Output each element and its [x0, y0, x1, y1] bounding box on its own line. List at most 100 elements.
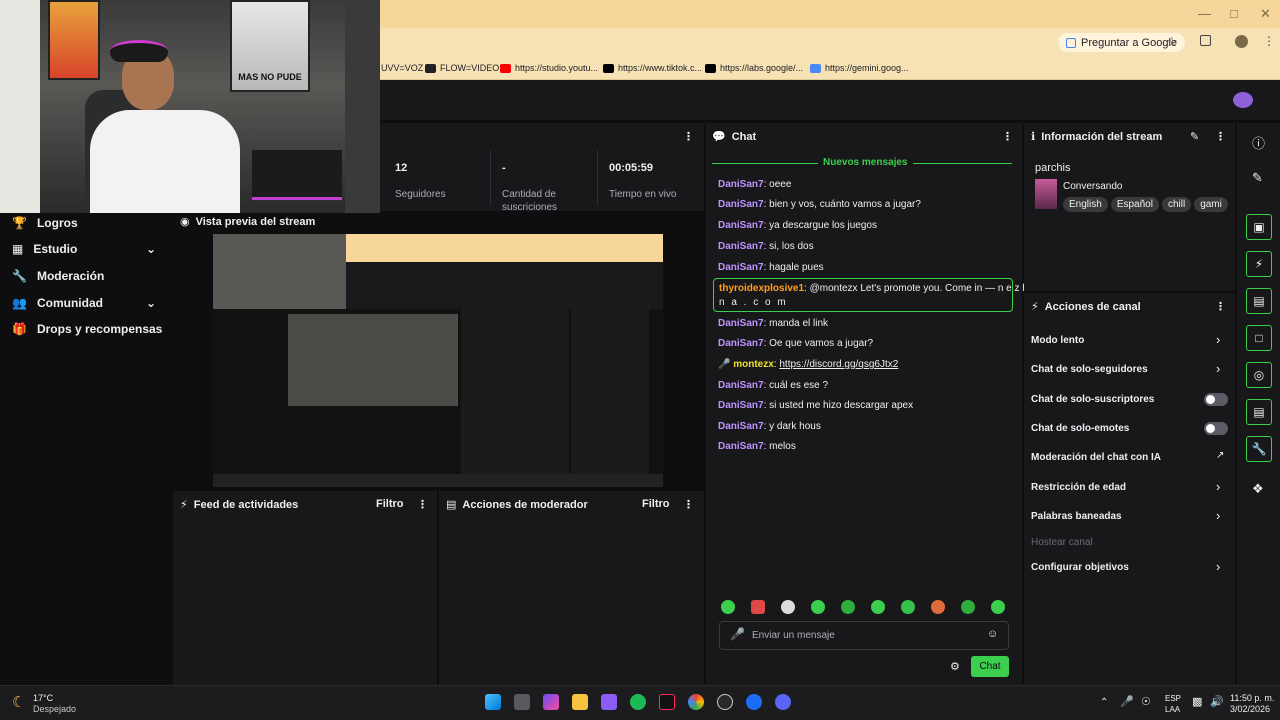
feed-menu-icon[interactable]: ⋮ — [417, 498, 428, 511]
action-subscribers-only[interactable]: Chat de solo-suscriptores — [1031, 394, 1154, 405]
info-circle-icon[interactable]: ⓘ — [1252, 133, 1265, 152]
tag-chip[interactable]: gami — [1194, 197, 1228, 212]
bookmark-item[interactable]: https://studio.youtu... — [500, 60, 598, 76]
chrome-icon[interactable] — [688, 694, 704, 710]
wrench-icon[interactable]: 🔧 — [1246, 436, 1272, 462]
windows-start-icon[interactable] — [485, 694, 501, 710]
mic-icon[interactable]: 🎤 — [730, 627, 745, 641]
app-icon[interactable] — [746, 694, 762, 710]
weather-temp[interactable]: 17°C — [33, 693, 53, 703]
action-banned-words[interactable]: Palabras baneadas — [1031, 511, 1122, 522]
category-box-art[interactable] — [1035, 179, 1057, 209]
chat-settings-gear-icon[interactable]: ⚙ — [950, 660, 960, 673]
edit-pencil-icon[interactable]: ✎ — [1190, 130, 1199, 143]
action-emotes-only[interactable]: Chat de solo-emotes — [1031, 423, 1129, 434]
document-icon: ▤ — [446, 499, 457, 511]
clip-icon[interactable]: ▣ — [1246, 214, 1272, 240]
task-view-icon[interactable] — [514, 694, 530, 710]
emote-icon[interactable] — [751, 600, 765, 614]
language-layout[interactable]: LAA — [1165, 705, 1180, 714]
emote-icon[interactable] — [901, 600, 915, 614]
chevron-right-icon[interactable]: › — [1216, 332, 1220, 347]
subscribers-only-toggle[interactable] — [1204, 393, 1228, 406]
nav-item-comunidad[interactable]: 👥 Comunidad ⌄ — [12, 296, 156, 310]
app-icon[interactable] — [601, 694, 617, 710]
chat-menu-icon[interactable]: ⋮ — [1002, 130, 1013, 143]
chevron-right-icon[interactable]: › — [1216, 361, 1220, 376]
broadcast-icon[interactable]: ◎ — [1246, 362, 1272, 388]
discord-icon[interactable] — [775, 694, 791, 710]
stats-menu-icon[interactable]: ⋮ — [683, 130, 694, 143]
chevron-right-icon[interactable]: › — [1216, 508, 1220, 523]
network-icon[interactable]: ☉ — [1141, 695, 1151, 708]
feed-filter-button[interactable]: Filtro — [376, 498, 404, 510]
action-configure-goals[interactable]: Configurar objetivos — [1031, 562, 1129, 573]
emote-icon[interactable] — [841, 600, 855, 614]
monitor-icon[interactable]: ▩ — [1192, 695, 1202, 708]
action-slow-mode[interactable]: Modo lento — [1031, 335, 1084, 346]
action-ai-moderation[interactable]: Moderación del chat con IA — [1031, 452, 1161, 463]
stream-preview-video[interactable] — [213, 234, 663, 487]
bookmark-item[interactable]: https://gemini.goog... — [810, 60, 909, 76]
chevron-up-icon[interactable]: ⌃ — [1100, 697, 1108, 708]
star-bookmark-icon[interactable]: ☆ — [1166, 34, 1178, 50]
tag-chip[interactable]: Español — [1110, 197, 1159, 212]
mod-menu-icon[interactable]: ⋮ — [683, 498, 694, 511]
stream-category[interactable]: Conversando — [1063, 181, 1122, 192]
browser-menu-icon[interactable]: ⋮ — [1263, 34, 1275, 48]
minimize-icon[interactable]: — — [1198, 6, 1211, 21]
chat-bubble-icon[interactable]: □ — [1246, 325, 1272, 351]
chevron-right-icon[interactable]: › — [1216, 479, 1220, 494]
bolt-icon[interactable]: ⚡ — [1246, 251, 1272, 277]
action-followers-only[interactable]: Chat de solo-seguidores — [1031, 364, 1148, 375]
tag-chip[interactable]: English — [1063, 197, 1108, 212]
bookmark-item[interactable]: https://labs.google/... — [705, 60, 803, 76]
add-quick-action-icon[interactable]: ❖ — [1252, 481, 1264, 497]
file-explorer-icon[interactable] — [572, 694, 588, 710]
camera-icon: ◉ — [180, 216, 190, 228]
emote-icon[interactable] — [961, 600, 975, 614]
layout-icon[interactable]: ▤ — [1246, 399, 1272, 425]
nav-item-drops[interactable]: 🎁 Drops y recompensas — [12, 322, 162, 336]
emote-icon[interactable] — [931, 600, 945, 614]
bookmark-item[interactable]: https://www.tiktok.c... — [603, 60, 702, 76]
volume-icon[interactable]: 🔊 — [1210, 695, 1224, 708]
action-age-restriction[interactable]: Restricción de edad — [1031, 482, 1126, 493]
bookmark-item[interactable]: FLOW=VIDEO — [425, 60, 499, 76]
user-avatar[interactable] — [1233, 92, 1253, 108]
emote-icon[interactable] — [991, 600, 1005, 614]
external-link-icon[interactable]: ↗ — [1216, 450, 1224, 461]
clock-date[interactable]: 3/02/2026 — [1230, 704, 1270, 714]
channel-actions-menu-icon[interactable]: ⋮ — [1215, 300, 1226, 313]
extensions-icon[interactable] — [1200, 35, 1211, 46]
emote-icon[interactable] — [721, 600, 735, 614]
edit-pencil-icon[interactable]: ✎ — [1252, 170, 1263, 186]
emote-icon[interactable] — [871, 600, 885, 614]
emote-icon[interactable] — [811, 600, 825, 614]
clock-time[interactable]: 11:50 p. m. — [1230, 693, 1274, 703]
mic-icon[interactable]: 🎤 — [1120, 695, 1134, 708]
chat-link[interactable]: https://discord.gg/qsg6Jtx2 — [779, 359, 898, 370]
copilot-icon[interactable] — [543, 694, 559, 710]
emote-icon[interactable] — [781, 600, 795, 614]
nav-item-moderacion[interactable]: 🔧 Moderación — [12, 269, 104, 283]
mod-filter-button[interactable]: Filtro — [642, 498, 670, 510]
emotes-only-toggle[interactable] — [1204, 422, 1228, 435]
maximize-icon[interactable]: □ — [1230, 6, 1238, 21]
emoji-picker-icon[interactable]: ☺ — [987, 628, 998, 640]
document-icon[interactable]: ▤ — [1246, 288, 1272, 314]
weather-desc[interactable]: Despejado — [33, 704, 76, 714]
bookmark-item[interactable]: UVV=VOZ — [381, 60, 423, 76]
nav-item-logros[interactable]: 🏆 Logros — [12, 216, 78, 230]
chevron-right-icon[interactable]: › — [1216, 559, 1220, 574]
stream-info-menu-icon[interactable]: ⋮ — [1215, 130, 1226, 143]
profile-avatar[interactable] — [1235, 35, 1248, 48]
close-icon[interactable]: ✕ — [1260, 6, 1271, 22]
spotify-icon[interactable] — [630, 694, 646, 710]
tag-chip[interactable]: chill — [1161, 197, 1192, 212]
tiktok-icon[interactable] — [659, 694, 675, 710]
nav-item-estudio[interactable]: ▦ Estudio ⌄ — [12, 242, 156, 256]
steam-icon[interactable] — [717, 694, 733, 710]
language-indicator[interactable]: ESP — [1165, 694, 1181, 703]
send-chat-button[interactable]: Chat — [971, 656, 1009, 677]
